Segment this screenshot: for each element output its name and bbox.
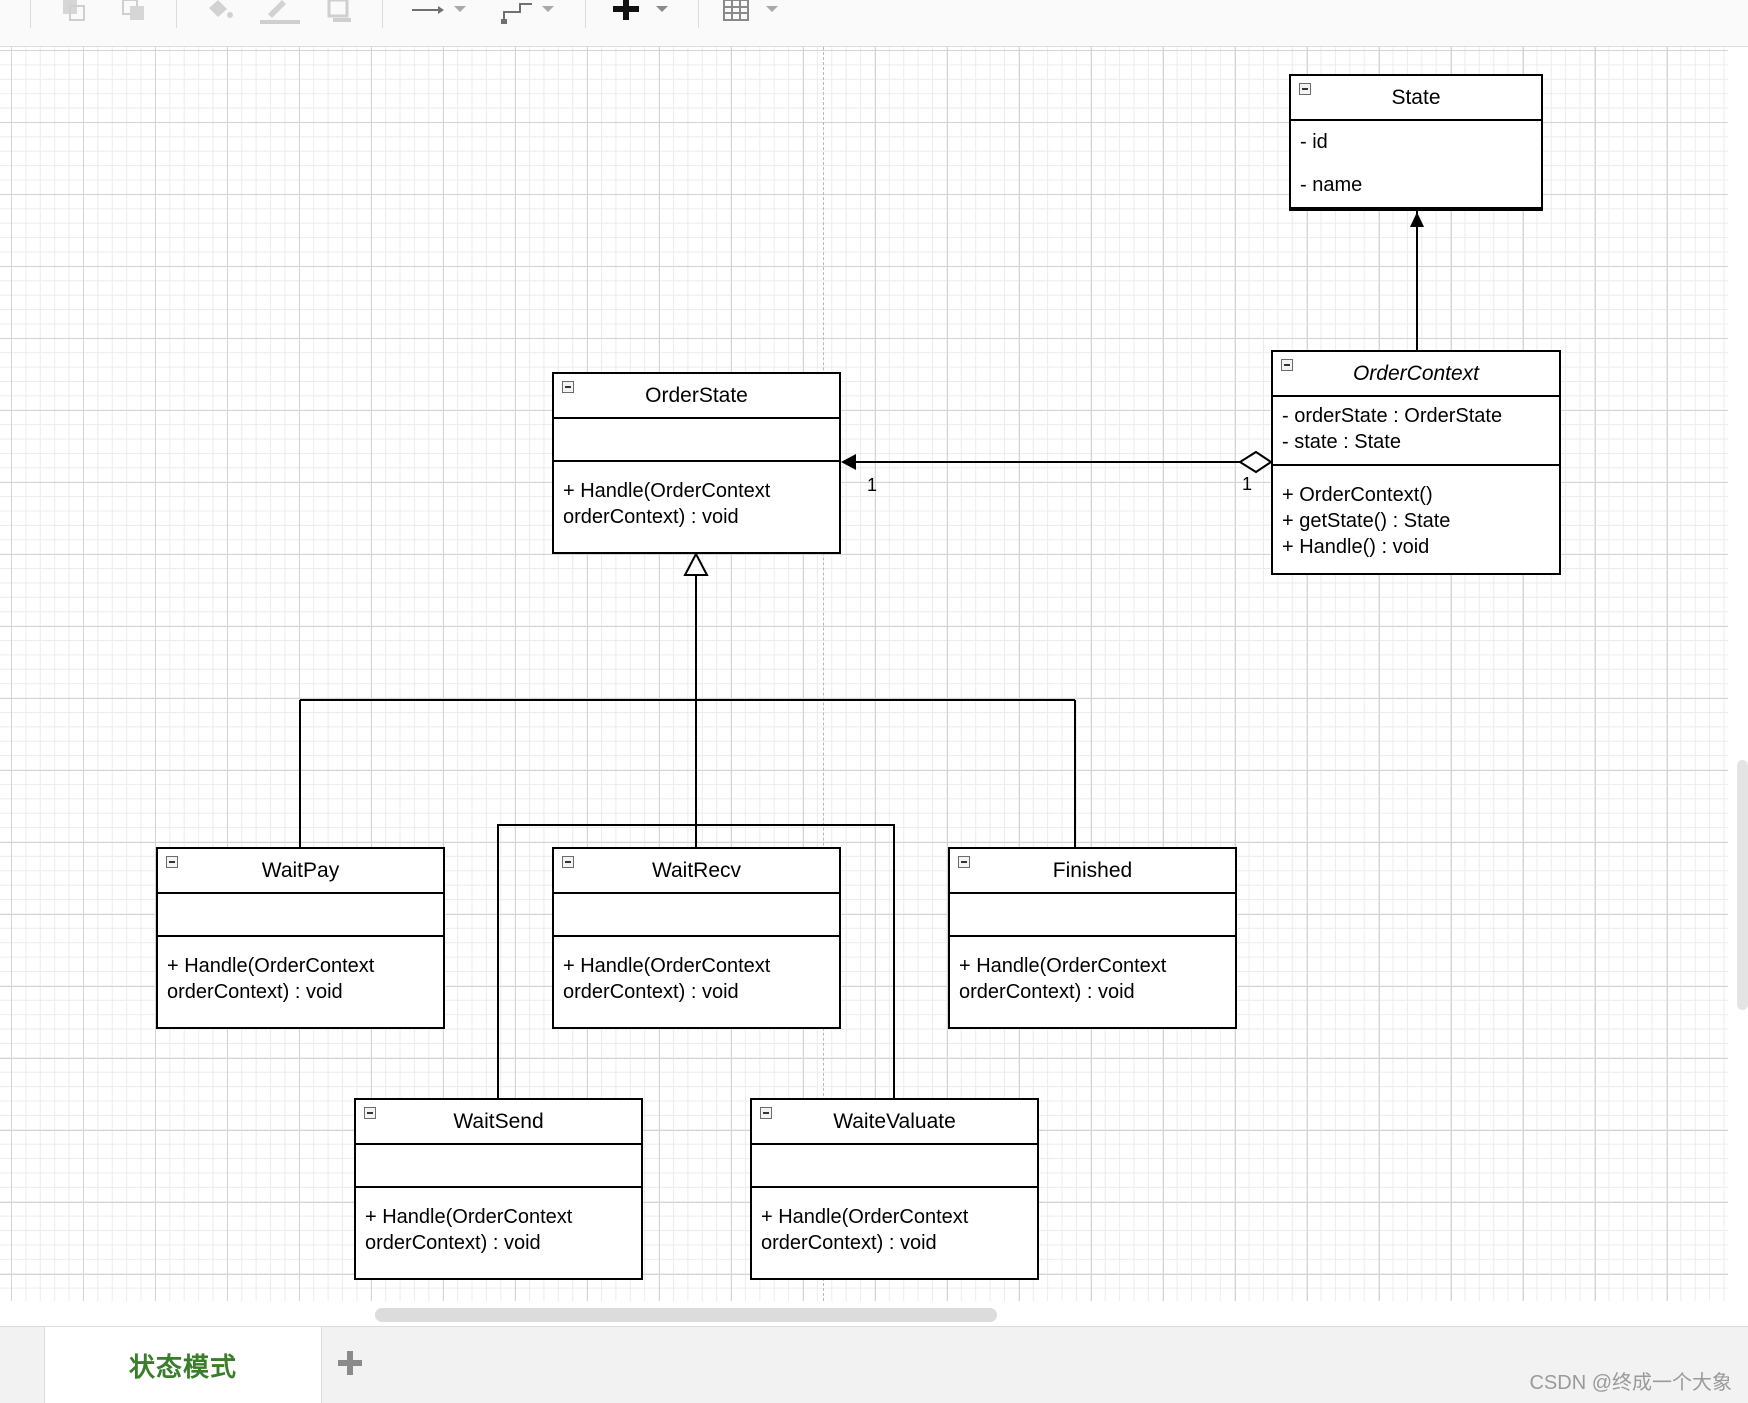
method: + Handle() : void (1282, 536, 1430, 558)
method: orderContext) : void (761, 1232, 937, 1254)
class-name: OrderContext (1352, 361, 1480, 385)
class-methods: + OrderContext() + getState() : State + … (1273, 466, 1559, 560)
class-name: WaitRecv (651, 858, 742, 882)
class-waitrecv[interactable]: WaitRecv + Handle(OrderContext orderCont… (552, 847, 841, 1029)
class-methods: + Handle(OrderContext orderContext) : vo… (158, 937, 443, 1005)
method: orderContext) : void (365, 1232, 541, 1254)
insert-plus-icon[interactable] (610, 0, 676, 24)
waypoint-icon[interactable] (498, 0, 560, 24)
class-name: WaitSend (453, 1109, 544, 1133)
toolbar (0, 0, 1748, 47)
attribute: - orderState : OrderState (1282, 405, 1503, 427)
class-finished[interactable]: Finished + Handle(OrderContext orderCont… (948, 847, 1237, 1029)
class-methods: + Handle(OrderContext orderContext) : vo… (356, 1188, 641, 1256)
method: orderContext) : void (167, 981, 343, 1003)
method: + Handle(OrderContext (365, 1206, 573, 1228)
class-header[interactable]: Finished (950, 849, 1235, 894)
class-waitpay[interactable]: WaitPay + Handle(OrderContext orderConte… (156, 847, 445, 1029)
aggregation-ordercontext-orderstate[interactable] (841, 450, 1273, 474)
multiplicity-source-label: 1 (1242, 474, 1253, 494)
class-attributes (752, 1145, 1037, 1188)
class-methods: + Handle(OrderContext orderContext) : vo… (950, 937, 1235, 1005)
class-methods: + Handle(OrderContext orderContext) : vo… (554, 937, 839, 1005)
collapse-icon[interactable] (562, 856, 574, 868)
class-attributes (554, 894, 839, 937)
class-ordercontext[interactable]: OrderContext - orderState : OrderState -… (1271, 350, 1561, 575)
class-header[interactable]: State (1291, 76, 1541, 121)
method: orderContext) : void (959, 981, 1135, 1003)
attribute: - state : State (1282, 431, 1401, 453)
attribute: - id (1300, 131, 1328, 153)
watermark: CSDN @终成一个大象 (1529, 1372, 1732, 1394)
class-header[interactable]: OrderState (554, 374, 839, 419)
shadow-icon[interactable] (325, 0, 355, 24)
class-attributes: - id - name (1291, 121, 1541, 209)
page-tab-bar: 状态模式 CSDN @终成一个大象 (0, 1326, 1748, 1403)
connection-arrow-icon[interactable] (410, 0, 472, 24)
method: + Handle(OrderContext (563, 955, 771, 977)
horizontal-scrollbar[interactable] (375, 1308, 997, 1322)
method: + OrderContext() (1282, 484, 1433, 506)
class-attributes (950, 894, 1235, 937)
class-header[interactable]: WaiteValuate (752, 1100, 1037, 1145)
toolbar-separator (382, 0, 383, 28)
vertical-scrollbar[interactable] (1737, 760, 1748, 1010)
method: + Handle(OrderContext (761, 1206, 969, 1228)
method: + Handle(OrderContext (167, 955, 375, 977)
class-state[interactable]: State - id - name (1289, 74, 1543, 211)
collapse-icon[interactable] (166, 856, 178, 868)
class-attributes (158, 894, 443, 937)
class-waitsend[interactable]: WaitSend + Handle(OrderContext orderCont… (354, 1098, 643, 1280)
method: orderContext) : void (563, 506, 739, 528)
class-header[interactable]: WaitSend (356, 1100, 641, 1145)
method: + Handle(OrderContext (563, 480, 771, 502)
multiplicity-target-label: 1 (867, 475, 878, 495)
class-name: State (1391, 85, 1441, 109)
association-ordercontext-state[interactable] (1410, 209, 1424, 350)
method: + Handle(OrderContext (959, 955, 1167, 977)
add-page-button[interactable] (330, 1343, 370, 1383)
toolbar-separator (585, 0, 586, 28)
diagram-canvas[interactable]: 1 1 State - id - name OrderContext - ord… (0, 47, 1728, 1301)
collapse-icon[interactable] (364, 1107, 376, 1119)
class-header[interactable]: OrderContext (1273, 352, 1559, 397)
class-attributes: - orderState : OrderState - state : Stat… (1273, 397, 1559, 466)
table-icon[interactable] (722, 0, 788, 24)
class-header[interactable]: WaitRecv (554, 849, 839, 894)
plus-icon (338, 1351, 362, 1375)
collapse-icon[interactable] (1299, 83, 1311, 95)
class-header[interactable]: WaitPay (158, 849, 443, 894)
fill-color-icon[interactable] (205, 0, 235, 24)
toolbar-separator (698, 0, 699, 28)
collapse-icon[interactable] (562, 381, 574, 393)
class-name: Finished (1052, 858, 1133, 882)
method: + getState() : State (1282, 510, 1451, 532)
method: orderContext) : void (563, 981, 739, 1003)
collapse-icon[interactable] (760, 1107, 772, 1119)
class-name: OrderState (645, 383, 748, 407)
class-methods: + Handle(OrderContext orderContext) : vo… (554, 462, 839, 530)
tab-active-page[interactable]: 状态模式 (44, 1327, 322, 1403)
class-orderstate[interactable]: OrderState + Handle(OrderContext orderCo… (552, 372, 841, 554)
line-color-icon[interactable] (258, 0, 302, 24)
toolbar-separator (30, 0, 31, 28)
class-waitevaluate[interactable]: WaiteValuate + Handle(OrderContext order… (750, 1098, 1039, 1280)
collapse-icon[interactable] (1281, 359, 1293, 371)
class-attributes (554, 419, 839, 462)
toolbar-separator (176, 0, 177, 28)
class-methods: + Handle(OrderContext orderContext) : vo… (752, 1188, 1037, 1256)
to-back-icon[interactable] (120, 0, 150, 24)
attribute: - name (1300, 174, 1363, 196)
class-name: WaiteValuate (833, 1109, 956, 1133)
class-name: WaitPay (261, 858, 340, 882)
collapse-icon[interactable] (958, 856, 970, 868)
to-front-icon[interactable] (60, 0, 90, 24)
class-attributes (356, 1145, 641, 1188)
